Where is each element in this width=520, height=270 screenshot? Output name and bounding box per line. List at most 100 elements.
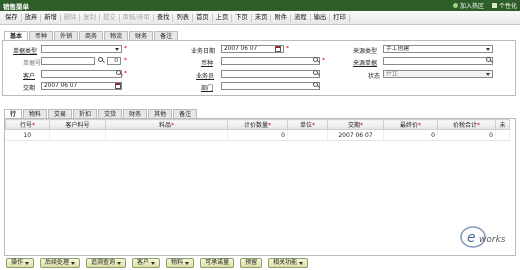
required-mark: * <box>360 122 363 129</box>
toolbar-button-9[interactable]: 首页 <box>193 13 213 22</box>
column-header[interactable]: 计价数量* <box>227 119 288 130</box>
required-mark: * <box>171 122 174 129</box>
salesman-input[interactable] <box>221 70 320 78</box>
source-no-lookup-icon[interactable] <box>486 57 493 64</box>
toolbar-button-5[interactable]: 提交 <box>100 13 120 22</box>
column-header[interactable]: 料品* <box>105 119 228 130</box>
customer-label: 客户 <box>23 73 36 80</box>
toolbar-button-4[interactable]: 复制 <box>80 13 100 22</box>
column-header[interactable]: 单位* <box>287 119 328 130</box>
status-select[interactable]: 开立 <box>383 70 493 78</box>
chevron-down-icon <box>151 261 156 265</box>
header-form: 单据类型 * 单据号 0 * 客户 * 交期 2007 06 07 业务日期 2… <box>2 40 516 96</box>
table-row[interactable]: 10 0 2007 06 07 0 0 <box>5 129 510 141</box>
toolbar-button-11[interactable]: 下页 <box>232 13 252 22</box>
chevron-down-icon <box>185 261 190 265</box>
bottom-action-bar: 操作 后续处理 追溯查询 客户 物料 可承诺量 预留 相关功能 <box>0 256 520 270</box>
required-mark: * <box>286 45 289 52</box>
toolbar-button-12[interactable]: 末页 <box>252 13 272 22</box>
source-no-input[interactable] <box>383 57 493 65</box>
source-no-label: 来源单据 <box>353 60 378 67</box>
bottom-button-3[interactable]: 客户 <box>132 258 161 268</box>
table-cell[interactable] <box>287 129 328 141</box>
toolbar-button-14[interactable]: 流程 <box>291 13 311 22</box>
salesman-lookup-icon[interactable] <box>313 70 320 77</box>
table-header-row: 行号* 客户料号 料品* 计价数量* 单位* 交期* 最终价* 价税合计* 未 <box>5 119 510 130</box>
required-mark: * <box>477 122 480 129</box>
column-header[interactable]: 客户料号 <box>49 119 106 130</box>
required-mark: * <box>418 122 421 129</box>
doc-type-label: 单据类型 <box>13 48 38 55</box>
doc-type-select[interactable] <box>41 45 122 53</box>
bottom-button-0[interactable]: 操作 <box>6 258 35 268</box>
column-header[interactable]: 最终价* <box>383 119 438 130</box>
required-mark: * <box>124 45 127 52</box>
table-cell[interactable]: 10 <box>5 129 50 141</box>
salesman-label: 业务员 <box>196 73 215 80</box>
column-header[interactable]: 未 <box>495 119 510 130</box>
bottom-button-2[interactable]: 追溯查询 <box>86 258 127 268</box>
calendar-icon[interactable] <box>115 83 121 89</box>
required-mark: * <box>124 57 127 64</box>
toolbar-button-0[interactable]: 保存 <box>2 13 22 22</box>
required-mark: * <box>32 122 35 129</box>
doc-no-seq-input[interactable]: 0 <box>107 57 121 65</box>
table-cell[interactable]: 0 <box>437 129 496 141</box>
bottom-button-5[interactable]: 可承诺量 <box>200 258 235 268</box>
table-cell[interactable] <box>49 129 106 141</box>
required-mark: * <box>312 122 315 129</box>
table-cell[interactable] <box>495 129 510 141</box>
dept-lookup-icon[interactable] <box>313 82 320 89</box>
toolbar-button-6[interactable]: 审核/弃审 <box>120 13 154 22</box>
table-cell[interactable]: 0 <box>383 129 438 141</box>
source-type-label: 来源类型 <box>353 48 378 55</box>
svg-text:e: e <box>467 230 476 246</box>
doc-no-input[interactable] <box>41 57 95 65</box>
dept-input[interactable] <box>221 82 320 90</box>
join-zone-link[interactable]: 加入热区 <box>452 1 484 10</box>
green-dot-icon <box>452 3 458 8</box>
calendar-icon[interactable] <box>275 46 281 52</box>
source-type-select[interactable]: 手工创建 <box>383 45 493 53</box>
toolbar-button-3[interactable]: 删除 <box>61 13 81 22</box>
delivery-date-input[interactable]: 2007 06 07 <box>41 82 122 90</box>
detail-table: 行号* 客户料号 料品* 计价数量* 单位* 交期* 最终价* 价税合计* 未 10 0 2007 … <box>5 119 510 141</box>
column-header[interactable]: 交期* <box>327 119 384 130</box>
currency-lookup-icon[interactable] <box>313 57 320 64</box>
bottom-button-1[interactable]: 后续处理 <box>40 258 81 268</box>
toolbar-button-15[interactable]: 输出 <box>311 13 331 22</box>
detail-grid: 行号* 客户料号 料品* 计价数量* 单位* 交期* 最终价* 价税合计* 未 10 0 2007 … <box>4 118 516 256</box>
delivery-label: 交期 <box>23 85 36 92</box>
required-mark: * <box>322 57 325 64</box>
toolbar-button-13[interactable]: 附件 <box>271 13 292 22</box>
chevron-down-icon <box>117 261 122 265</box>
doc-no-lookup-icon[interactable] <box>98 57 105 64</box>
toolbar-button-2[interactable]: 新增 <box>41 13 61 22</box>
currency-label: 币种 <box>201 60 214 67</box>
customer-input[interactable] <box>41 70 122 78</box>
bottom-button-4[interactable]: 物料 <box>166 258 195 268</box>
toolbar-button-10[interactable]: 上页 <box>213 13 233 22</box>
personalize-link[interactable]: 个性化 <box>491 1 517 10</box>
toolbar-button-7[interactable]: 查找 <box>154 13 174 22</box>
currency-input[interactable] <box>221 57 320 65</box>
required-mark: * <box>268 122 271 129</box>
dept-label: 部门 <box>201 85 214 92</box>
table-cell[interactable]: 2007 06 07 <box>327 129 384 141</box>
table-cell[interactable] <box>105 129 228 141</box>
bottom-button-7[interactable]: 相关功能 <box>268 258 309 268</box>
toolbar-button-1[interactable]: 放弃 <box>22 13 42 22</box>
eworks-logo: e works <box>460 226 506 248</box>
column-header[interactable]: 价税合计* <box>437 119 496 130</box>
bottom-button-6[interactable]: 预留 <box>240 258 263 268</box>
square-icon <box>491 3 497 8</box>
chevron-down-icon <box>299 261 304 265</box>
toolbar-button-16[interactable]: 打印 <box>330 13 350 22</box>
toolbar-button-8[interactable]: 列表 <box>173 13 194 22</box>
required-mark: * <box>124 70 127 77</box>
window-titlebar: 销售渠单 加入热区 个性化 <box>0 0 520 11</box>
column-header[interactable]: 行号* <box>5 119 50 130</box>
status-label: 状态 <box>368 73 381 80</box>
table-cell[interactable]: 0 <box>227 129 288 141</box>
customer-lookup-icon[interactable] <box>116 70 123 77</box>
